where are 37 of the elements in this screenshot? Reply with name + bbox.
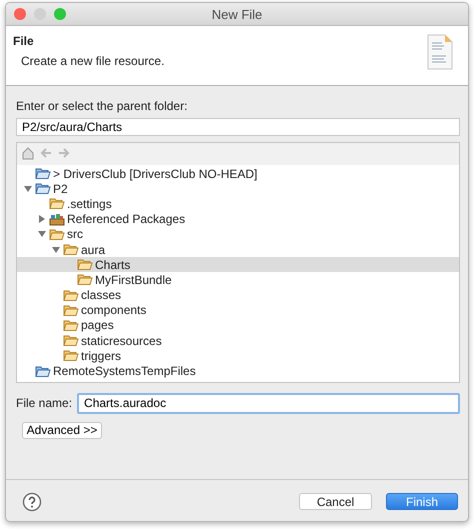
- tree-item-label: triggers: [81, 348, 122, 363]
- tree-item[interactable]: Referenced Packages: [17, 212, 459, 227]
- tree-item[interactable]: RemoteSystemsTempFiles: [17, 363, 459, 379]
- tree-item-label: components: [81, 303, 146, 318]
- tree-item-label: RemoteSystemsTempFiles: [53, 364, 196, 378]
- tree-item-label: aura: [81, 242, 106, 257]
- page-title: File: [12, 33, 35, 48]
- tree-item[interactable]: MyFirstBundle: [17, 272, 459, 288]
- tree-item[interactable]: .settings: [17, 196, 459, 212]
- tree-item-label: classes: [81, 288, 122, 302]
- page-description: Create a new file resource.: [21, 54, 164, 68]
- parent-folder-field[interactable]: P2/src/aura/Charts: [16, 118, 460, 136]
- tree-item[interactable]: > DriversClub [DriversClub NO-HEAD]: [17, 166, 459, 182]
- tree-item[interactable]: src: [17, 226, 459, 242]
- advanced-button[interactable]: Advanced >>: [22, 422, 102, 439]
- file-name-field[interactable]: Charts.auradoc: [77, 392, 460, 414]
- tree-item-label: pages: [81, 318, 114, 332]
- tree-item[interactable]: staticresources: [17, 333, 459, 348]
- tree-item-label: Charts: [95, 258, 130, 272]
- tree-item-label: .settings: [67, 196, 112, 211]
- tree-item[interactable]: Charts: [17, 257, 459, 272]
- tree-item[interactable]: aura: [17, 242, 459, 258]
- tree-item[interactable]: components: [17, 302, 459, 318]
- tree-item-label: MyFirstBundle: [95, 272, 172, 287]
- tree-item[interactable]: classes: [17, 288, 459, 303]
- tree-item-label: > DriversClub [DriversClub NO-HEAD]: [53, 166, 258, 181]
- tree-item-label: P2: [53, 182, 68, 196]
- tree-item-label: Referenced Packages: [67, 212, 186, 226]
- window-title: New File: [212, 6, 262, 22]
- tree-item[interactable]: pages: [17, 318, 459, 334]
- tree-item[interactable]: P2: [17, 181, 459, 196]
- tree-item-label: staticresources: [81, 334, 162, 348]
- tree-item[interactable]: triggers: [17, 348, 459, 364]
- file-name-label: File name:: [16, 396, 72, 410]
- tree-item-label: src: [67, 227, 83, 242]
- parent-folder-label: Enter or select the parent folder:: [16, 99, 188, 113]
- cancel-button[interactable]: Cancel: [299, 493, 372, 510]
